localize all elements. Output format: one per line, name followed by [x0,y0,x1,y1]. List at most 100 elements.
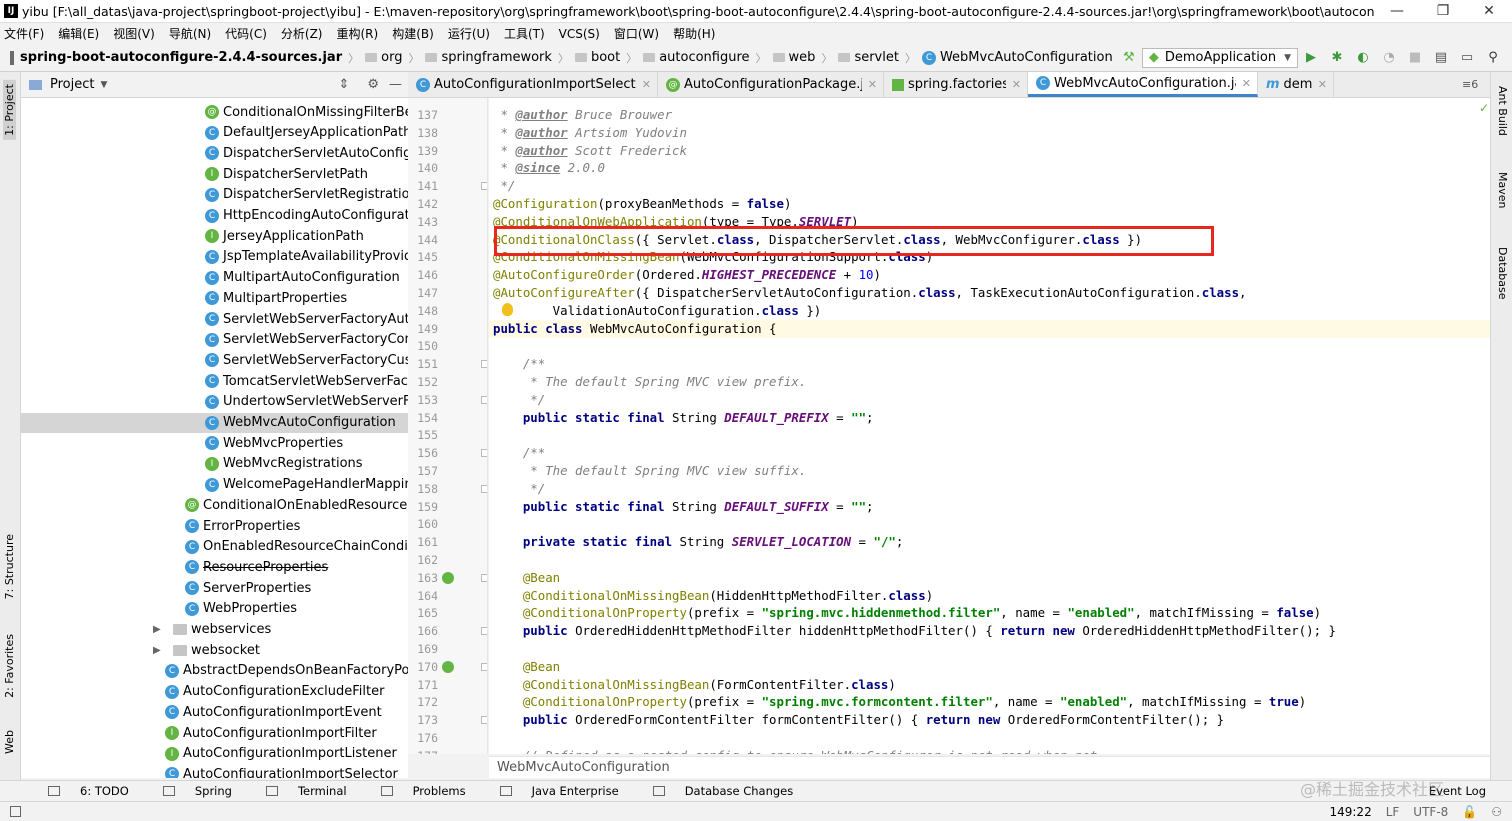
close-tab-icon[interactable]: ✕ [1242,77,1251,90]
project-tool-tab[interactable]: 1: Project [3,80,16,140]
maven-tool-tab[interactable]: Maven [1496,172,1509,208]
run-config-select[interactable]: ◆ DemoApplication ▼ [1141,47,1298,68]
expand-arrow-icon[interactable]: ▶ [153,645,173,656]
gear-icon[interactable]: ⚙ [367,77,379,92]
code-line[interactable]: @AutoConfigureAfter({ DispatcherServletA… [493,284,1247,302]
fold-marker-icon[interactable] [481,573,487,582]
code-line[interactable]: @ConditionalOnMissingBean(HiddenHttpMeth… [493,587,933,605]
caret-position[interactable]: 149:22 [1329,805,1371,819]
code-line[interactable]: @AutoConfigureOrder(Ordered.HIGHEST_PREC… [493,266,881,284]
notifications-icon[interactable]: ⚇ [1491,805,1502,819]
fold-marker-icon[interactable] [481,484,487,493]
code-line[interactable]: /** [493,444,545,462]
tree-item[interactable]: C ServerProperties [21,578,408,598]
code-line[interactable]: /** [493,355,545,373]
hide-panel-icon[interactable]: — [389,77,402,92]
line-separator[interactable]: LF [1386,805,1400,819]
tree-item[interactable]: C WebProperties [21,599,408,619]
minimize-button[interactable]: — [1374,3,1420,19]
menu-item[interactable]: 编辑(E) [58,25,99,42]
tab-list-button[interactable]: ≡6 [1462,78,1478,91]
tree-item[interactable]: C OnEnabledResourceChainCondition [21,537,408,557]
tool-window-button[interactable]: Problems [367,784,466,798]
code-line[interactable]: */ [493,177,515,195]
tree-item[interactable]: I AutoConfigurationImportFilter [21,723,408,743]
tool-window-button[interactable]: Java Enterprise [486,784,619,798]
tool-window-button[interactable]: Database Changes [639,784,793,798]
menu-item[interactable]: VCS(S) [559,27,600,41]
tree-item[interactable]: I WebMvcRegistrations [21,454,408,474]
code-line[interactable]: ValidationAutoConfiguration.class }) [493,302,822,320]
fold-marker-icon[interactable] [481,360,487,369]
file-encoding[interactable]: UTF-8 [1413,805,1448,819]
tree-item[interactable]: I DispatcherServletPath [21,164,408,184]
close-button[interactable]: ✕ [1466,3,1512,19]
expand-arrow-icon[interactable]: ▶ [153,624,173,635]
tree-item[interactable]: C ServletWebServerFactoryCustomizer [21,350,408,370]
database-tool-tab[interactable]: Database [1496,247,1509,300]
code-line[interactable]: * The default Spring MVC view prefix. [493,373,806,391]
structure-tool-tab[interactable]: 7: Structure [3,534,16,599]
breadcrumb-item[interactable]: springframework [441,50,551,65]
tree-item[interactable]: C WebMvcAutoConfiguration [21,412,408,433]
tree-item[interactable]: I AutoConfigurationImportListener [21,744,408,764]
project-structure-icon[interactable]: ▤ [1433,50,1449,66]
spring-bean-icon[interactable] [442,571,454,584]
fold-marker-icon[interactable] [481,182,487,191]
lock-icon[interactable]: 🔓 [1462,805,1477,819]
stop-icon[interactable]: ■ [1407,50,1423,66]
editor-tab[interactable]: C AutoConfigurationImportSelector.java ✕ [408,72,658,97]
tree-item[interactable]: C WelcomePageHandlerMapping [21,475,408,495]
tool-window-button[interactable]: Spring [149,784,232,798]
tree-item[interactable]: C ErrorProperties [21,516,408,536]
code-line[interactable]: @Configuration(proxyBeanMethods = false) [493,195,791,213]
code-line[interactable]: public OrderedFormContentFilter formCont… [493,711,1224,729]
editor-breadcrumb[interactable]: WebMvcAutoConfiguration [489,756,1490,778]
coverage-icon[interactable]: ◐ [1355,50,1371,66]
build-hammer-icon[interactable]: ⚒ [1121,50,1137,66]
code-line[interactable]: @Bean [493,658,560,676]
tree-item[interactable]: C DispatcherServletRegistrationBean [21,185,408,205]
menu-item[interactable]: 重构(R) [337,25,379,42]
code-line[interactable]: @ConditionalOnMissingBean(FormContentFil… [493,676,896,694]
code-line[interactable]: * @author Scott Frederick [493,142,687,160]
layout-icon[interactable]: ▭ [1459,50,1475,66]
breadcrumb-item[interactable]: web [789,50,816,65]
ant-build-tool-tab[interactable]: Ant Build [1496,86,1509,136]
editor-tab[interactable]: spring.factories ✕ [884,72,1028,97]
lightbulb-icon[interactable] [502,303,513,316]
editor-tab[interactable]: @ AutoConfigurationPackage.java ✕ [658,72,884,97]
code-line[interactable]: * @author Artsiom Yudovin [493,124,687,142]
tree-item[interactable]: C AutoConfigurationImportEvent [21,702,408,722]
code-line[interactable]: @ConditionalOnProperty(prefix = "spring.… [493,693,1306,711]
menu-item[interactable]: 构建(B) [392,25,434,42]
tree-item[interactable]: @ ConditionalOnEnabledResourceChain [21,495,408,515]
menu-item[interactable]: 帮助(H) [673,25,715,42]
fold-marker-icon[interactable] [481,395,487,404]
fold-marker-icon[interactable] [481,449,487,458]
close-tab-icon[interactable]: ✕ [642,78,651,91]
menu-item[interactable]: 文件(F) [4,25,44,42]
code-line[interactable]: * @since 2.0.0 [493,159,604,177]
tree-item[interactable]: C UndertowServletWebServerFactoryCustomiz… [21,392,408,412]
collapse-all-icon[interactable]: ⇕ [338,77,349,92]
code-line[interactable]: */ [493,480,545,498]
tree-item[interactable]: C WebMvcProperties [21,433,408,453]
code-line[interactable]: * @author Bruce Brouwer [493,106,672,124]
chevron-down-icon[interactable]: ▼ [100,80,107,90]
code-line[interactable]: public static final String DEFAULT_PREFI… [493,409,874,427]
close-tab-icon[interactable]: ✕ [868,78,877,91]
tree-item[interactable]: C ServletWebServerFactoryAutoConfiguratio… [21,309,408,329]
code-line[interactable]: // Defined as a nested config to ensure … [493,747,1097,754]
layout-toggle-icon[interactable] [10,806,21,817]
code-line[interactable]: public static final String DEFAULT_SUFFI… [493,498,874,516]
editor-tab[interactable]: C WebMvcAutoConfiguration.java ✕ [1028,72,1258,97]
close-tab-icon[interactable]: ✕ [1012,78,1021,91]
fold-marker-icon[interactable] [481,716,487,725]
tree-item[interactable]: C AutoConfigurationImportSelector [21,764,408,778]
code-editor[interactable]: * @author Bruce Brouwer * @author Artsio… [489,98,1490,754]
tree-item[interactable]: C TomcatServletWebServerFactoryCustomizer [21,371,408,391]
tree-item[interactable]: C DefaultJerseyApplicationPath [21,123,408,143]
code-line[interactable]: public OrderedHiddenHttpMethodFilter hid… [493,622,1336,640]
tree-item[interactable]: I JerseyApplicationPath [21,226,408,246]
